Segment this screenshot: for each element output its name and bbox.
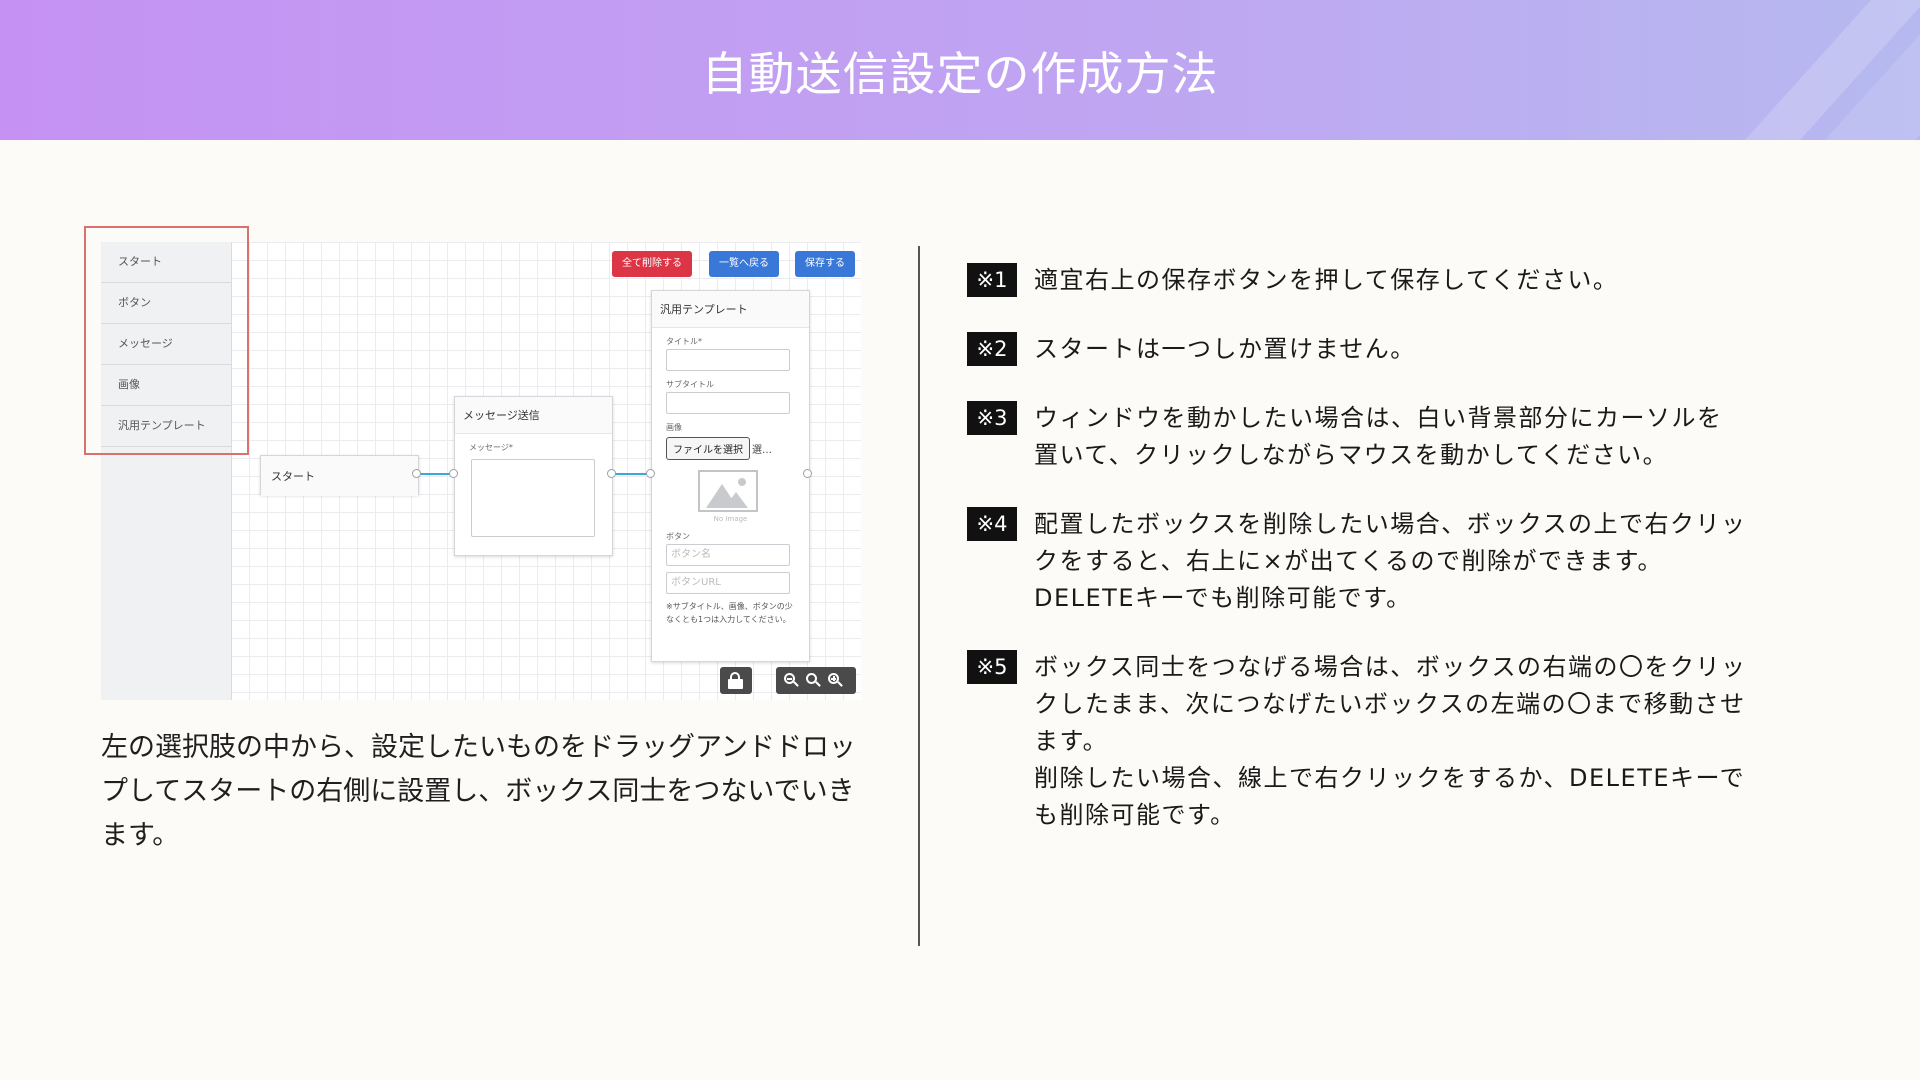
lock-button[interactable] (720, 667, 752, 694)
file-status: 選… (752, 445, 772, 456)
note-text: ウィンドウを動かしたい場合は、白い背景部分にカーソルを 置いて、クリックしながら… (1034, 400, 1723, 474)
file-select-button[interactable]: ファイルを選択 (666, 437, 750, 460)
connection-line[interactable] (612, 473, 649, 475)
button-name-input[interactable]: ボタン名 (666, 544, 790, 566)
note-text: 配置したボックスを削除したい場合、ボックスの上で右クリッ クをすると、右上に×が… (1034, 506, 1747, 617)
note-text: 適宜右上の保存ボタンを押して保存してください。 (1034, 262, 1618, 299)
save-button[interactable]: 保存する (795, 251, 855, 277)
zoom-out-icon[interactable] (784, 673, 799, 687)
note-line: クをすると、右上に×が出てくるので削除ができます。 (1034, 547, 1664, 575)
note-line: スタートは一つしか置けません。 (1034, 335, 1416, 363)
zoom-controls (776, 667, 856, 694)
template-node[interactable]: 汎用テンプレート タイトル* サブタイトル 画像 ファイルを選択 選… No Im… (651, 290, 810, 662)
note-text: ボックス同士をつなげる場合は、ボックスの右端の〇をクリッ クしたまま、次につなげ… (1034, 649, 1747, 834)
note-line: 削除したい場合、線上で右クリックをするか、DELETEキーで (1034, 764, 1746, 792)
start-node-title: スタート (261, 456, 418, 496)
note-badge: ※3 (967, 401, 1017, 435)
button-url-input[interactable]: ボタンURL (666, 572, 790, 594)
message-input-port[interactable] (449, 469, 458, 478)
note-line: ます。 (1034, 727, 1109, 755)
image-placeholder-icon (698, 470, 758, 512)
note-line: 置いて、クリックしながらマウスを動かしてください。 (1034, 441, 1669, 469)
note-item: ※4 配置したボックスを削除したい場合、ボックスの上で右クリッ クをすると、右上… (967, 506, 1907, 617)
instruction-text: 左の選択肢の中から、設定したいものをドラッグアンドドロップしてスタートの右側に設… (101, 732, 856, 851)
note-item: ※2 スタートは一つしか置けません。 (967, 331, 1907, 368)
note-item: ※5 ボックス同士をつなげる場合は、ボックスの右端の〇をクリッ クしたまま、次に… (967, 649, 1907, 834)
start-node[interactable]: スタート (260, 455, 419, 496)
note-line: クしたまま、次につなげたいボックスの左端の〇まで移動させ (1034, 690, 1746, 718)
note-text: スタートは一つしか置けません。 (1034, 331, 1416, 368)
note-item: ※3 ウィンドウを動かしたい場合は、白い背景部分にカーソルを 置いて、クリックし… (967, 400, 1907, 474)
start-output-port[interactable] (412, 469, 421, 478)
message-node-title: メッセージ送信 (455, 397, 612, 434)
image-label: 画像 (666, 423, 682, 432)
zoom-in-icon[interactable] (828, 673, 843, 687)
note-line: 配置したボックスを削除したい場合、ボックスの上で右クリッ (1034, 510, 1747, 538)
no-image-label: No Image (713, 515, 748, 523)
template-output-port[interactable] (803, 469, 812, 478)
message-node[interactable]: メッセージ送信 メッセージ* (454, 396, 613, 556)
vertical-divider (918, 246, 920, 946)
notes-list: ※1 適宜右上の保存ボタンを押して保存してください。 ※2 スタートは一つしか置… (967, 262, 1907, 866)
message-textarea[interactable] (471, 459, 595, 537)
message-label: メッセージ* (469, 443, 513, 452)
note-line: 適宜右上の保存ボタンを押して保存してください。 (1034, 266, 1619, 294)
note-badge: ※4 (967, 507, 1017, 541)
note-line: ウィンドウを動かしたい場合は、白い背景部分にカーソルを (1034, 404, 1723, 432)
subtitle-label: サブタイトル (666, 380, 714, 389)
button-label: ボタン (666, 532, 690, 541)
note-line: も削除可能です。 (1034, 801, 1236, 829)
note-badge: ※2 (967, 332, 1017, 366)
title-label: タイトル* (666, 337, 702, 346)
template-input-port[interactable] (646, 469, 655, 478)
message-output-port[interactable] (607, 469, 616, 478)
palette-highlight-frame (84, 226, 249, 455)
title-input[interactable] (666, 349, 790, 371)
note-badge: ※5 (967, 650, 1017, 684)
delete-all-button[interactable]: 全て削除する (612, 251, 692, 277)
template-node-title: 汎用テンプレート (652, 291, 809, 328)
back-to-list-button[interactable]: 一覧へ戻る (709, 251, 779, 277)
note-line: ボックス同士をつなげる場合は、ボックスの右端の〇をクリッ (1034, 653, 1747, 681)
note-line: DELETEキーでも削除可能です。 (1034, 584, 1412, 612)
template-note: ※サブタイトル、画像、ボタンの少なくとも1つは入力してください。 (666, 602, 793, 624)
note-item: ※1 適宜右上の保存ボタンを押して保存してください。 (967, 262, 1907, 299)
subtitle-input[interactable] (666, 392, 790, 414)
note-badge: ※1 (967, 263, 1017, 297)
header-banner: 自動送信設定の作成方法 (0, 0, 1920, 140)
zoom-reset-icon[interactable] (806, 673, 821, 687)
page-title: 自動送信設定の作成方法 (701, 47, 1219, 101)
